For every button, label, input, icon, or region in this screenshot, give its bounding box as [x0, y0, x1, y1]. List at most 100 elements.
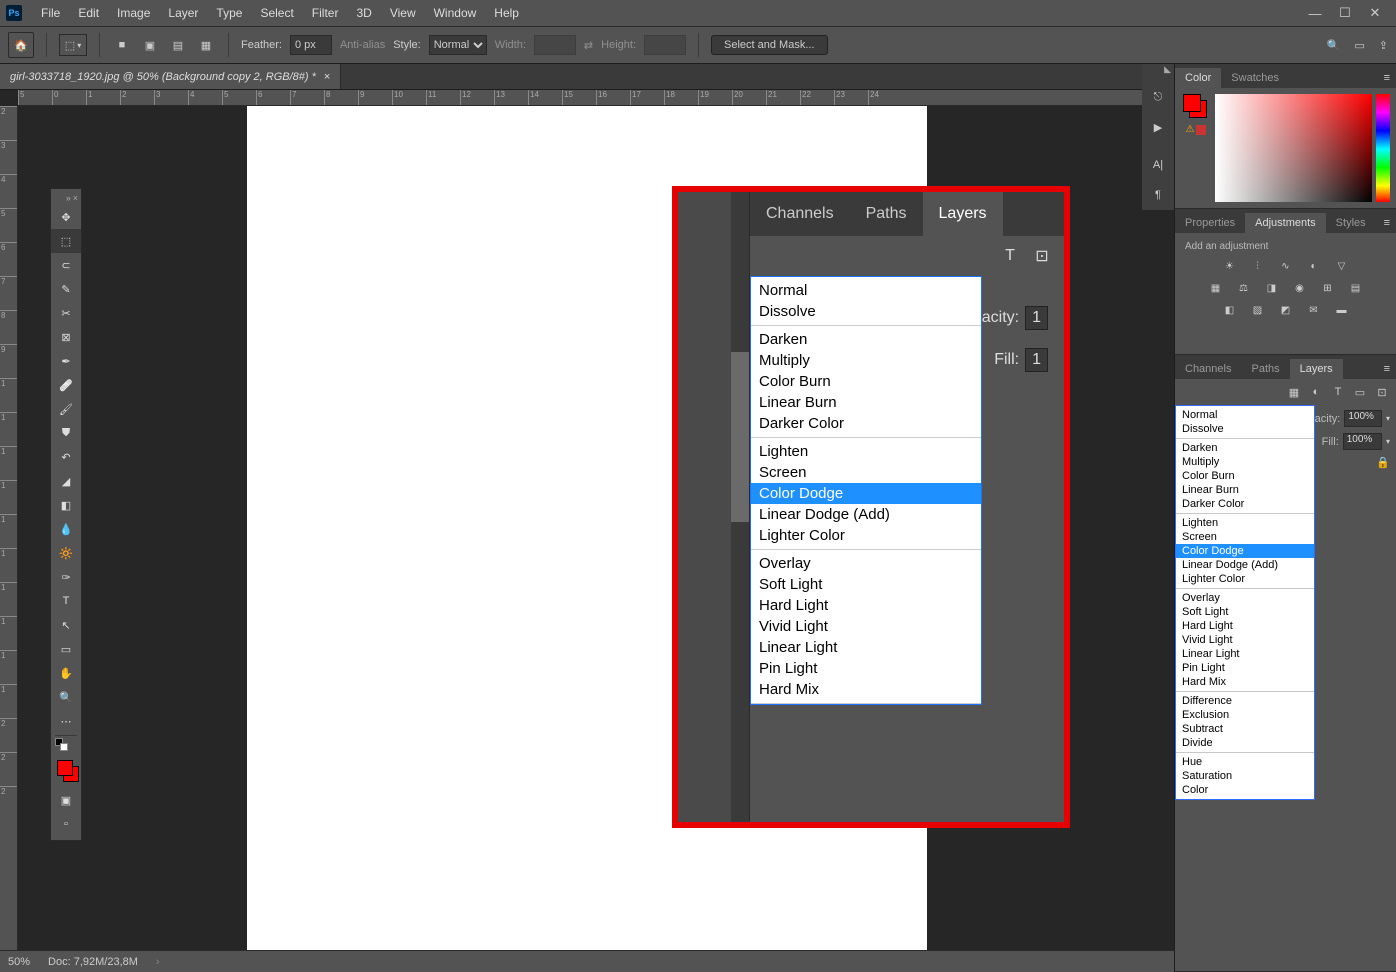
blend-option[interactable]: Lighter Color [751, 525, 981, 546]
workspace-icon[interactable]: ▭ [1354, 39, 1364, 52]
menu-edit[interactable]: Edit [69, 6, 108, 20]
blend-option[interactable]: Hard Mix [1176, 675, 1314, 689]
blend-option[interactable]: Linear Light [1176, 647, 1314, 661]
screen-mode-icon[interactable]: ▫ [51, 812, 81, 836]
hue-slider[interactable] [1376, 94, 1390, 202]
blend-option[interactable]: Linear Burn [1176, 483, 1314, 497]
close-tab-icon[interactable]: × [324, 71, 330, 83]
stamp-tool[interactable]: ⛊ [51, 421, 81, 445]
menu-window[interactable]: Window [425, 6, 486, 20]
foreground-color[interactable] [57, 760, 73, 776]
zoomed-blend-dropdown[interactable]: NormalDissolveDarkenMultiplyColor BurnLi… [750, 276, 982, 705]
hue-sat-icon[interactable]: ▦ [1207, 280, 1225, 296]
blend-option[interactable]: Linear Dodge (Add) [1176, 558, 1314, 572]
tab-channels[interactable]: Channels [1175, 359, 1241, 379]
intersect-selection-icon[interactable]: ▦ [196, 35, 216, 55]
zoom-tool[interactable]: 🔍 [51, 685, 81, 709]
lut-icon[interactable]: ▤ [1347, 280, 1365, 296]
menu-3d[interactable]: 3D [347, 6, 380, 20]
history-brush-tool[interactable]: ↶ [51, 445, 81, 469]
blend-option[interactable]: Saturation [1176, 769, 1314, 783]
blend-option[interactable]: Pin Light [1176, 661, 1314, 675]
lasso-tool[interactable]: ⊂ [51, 253, 81, 277]
tab-paths[interactable]: Paths [1241, 359, 1289, 379]
menu-file[interactable]: File [32, 6, 69, 20]
blend-option[interactable]: Darken [751, 329, 981, 350]
path-select-tool[interactable]: ↖ [51, 613, 81, 637]
blend-option[interactable]: Linear Dodge (Add) [751, 504, 981, 525]
crop-tool[interactable]: ✂ [51, 301, 81, 325]
expand-panels-icon[interactable]: ◣ [1164, 64, 1171, 75]
blend-mode-dropdown[interactable]: NormalDissolveDarkenMultiplyColor BurnLi… [1175, 405, 1315, 800]
home-button[interactable]: 🏠 [8, 32, 34, 58]
color-field[interactable] [1215, 94, 1372, 202]
filter-shape-icon[interactable]: ▭ [1352, 384, 1368, 400]
brightness-icon[interactable]: ☀ [1221, 258, 1239, 274]
quick-mask-icon[interactable]: ▣ [51, 788, 81, 812]
levels-icon[interactable]: ⫶ [1249, 258, 1267, 274]
blend-option[interactable]: Soft Light [751, 574, 981, 595]
tab-styles[interactable]: Styles [1326, 213, 1376, 233]
color-balance-icon[interactable]: ⚖ [1235, 280, 1253, 296]
blend-option[interactable]: Color Dodge [1176, 544, 1314, 558]
zoomed-tab-channels[interactable]: Channels [750, 192, 850, 236]
marquee-tool[interactable]: ⬚ [51, 229, 81, 253]
blend-option[interactable]: Color Burn [1176, 469, 1314, 483]
eraser-tool[interactable]: ◢ [51, 469, 81, 493]
blend-option[interactable]: Vivid Light [751, 616, 981, 637]
menu-help[interactable]: Help [485, 6, 528, 20]
toolbox-close-icon[interactable]: × [73, 193, 78, 205]
eyedropper-tool[interactable]: ✒ [51, 349, 81, 373]
gradient-map-icon[interactable]: ▬ [1333, 302, 1351, 318]
history-icon[interactable]: ⎋ [1142, 82, 1174, 112]
curves-icon[interactable]: ∿ [1277, 258, 1295, 274]
add-selection-icon[interactable]: ▣ [140, 35, 160, 55]
close-window-button[interactable]: ✕ [1360, 5, 1390, 21]
feather-input[interactable] [290, 35, 332, 55]
filter-type-icon[interactable]: T [1330, 384, 1346, 400]
panel-menu-icon[interactable]: ≡ [1378, 213, 1396, 233]
blend-option[interactable]: Darker Color [751, 413, 981, 434]
scrollbar[interactable] [731, 192, 749, 822]
blend-option[interactable]: Vivid Light [1176, 633, 1314, 647]
tab-swatches[interactable]: Swatches [1221, 68, 1289, 88]
blend-option[interactable]: Linear Light [751, 637, 981, 658]
blend-option[interactable]: Screen [751, 462, 981, 483]
fill-input[interactable]: 100% [1343, 433, 1382, 450]
blend-option[interactable]: Hard Mix [751, 679, 981, 700]
bw-icon[interactable]: ◨ [1263, 280, 1281, 296]
brush-tool[interactable]: 🖌 [51, 397, 81, 421]
current-tool-icon[interactable]: ⬚▾ [59, 34, 87, 56]
panel-color-swatches[interactable] [1183, 94, 1209, 120]
blend-option[interactable]: Dissolve [751, 301, 981, 322]
zoomed-type-filter-icon[interactable]: T [998, 244, 1022, 268]
move-tool[interactable]: ✥ [51, 205, 81, 229]
quick-select-tool[interactable]: ✎ [51, 277, 81, 301]
threshold-icon[interactable]: ◩ [1277, 302, 1295, 318]
character-icon[interactable]: A| [1142, 150, 1174, 180]
blend-option[interactable]: Multiply [751, 350, 981, 371]
blend-option[interactable]: Darker Color [1176, 497, 1314, 511]
filter-adjust-icon[interactable]: ◐ [1308, 384, 1324, 400]
edit-toolbar[interactable]: ⋯ [51, 709, 81, 733]
maximize-button[interactable]: ☐ [1330, 5, 1360, 21]
rectangle-tool[interactable]: ▭ [51, 637, 81, 661]
document-tab[interactable]: girl-3033718_1920.jpg @ 50% (Background … [0, 64, 341, 89]
vibrance-icon[interactable]: ▽ [1333, 258, 1351, 274]
zoomed-fill-input[interactable]: 1 [1025, 348, 1048, 372]
menu-type[interactable]: Type [207, 6, 251, 20]
blend-option[interactable]: Normal [751, 280, 981, 301]
menu-view[interactable]: View [381, 6, 425, 20]
default-colors-icon[interactable] [55, 738, 77, 754]
blend-option[interactable]: Linear Burn [751, 392, 981, 413]
photo-filter-icon[interactable]: ◉ [1291, 280, 1309, 296]
pen-tool[interactable]: ✑ [51, 565, 81, 589]
blend-option[interactable]: Color [1176, 783, 1314, 797]
blend-option[interactable]: Divide [1176, 736, 1314, 750]
filter-pixel-icon[interactable]: ▦ [1286, 384, 1302, 400]
blend-option[interactable]: Color Burn [751, 371, 981, 392]
dodge-tool[interactable]: 🔆 [51, 541, 81, 565]
panel-menu-icon[interactable]: ≡ [1378, 68, 1396, 88]
share-icon[interactable]: ⇪ [1379, 39, 1388, 52]
tab-color[interactable]: Color [1175, 68, 1221, 88]
